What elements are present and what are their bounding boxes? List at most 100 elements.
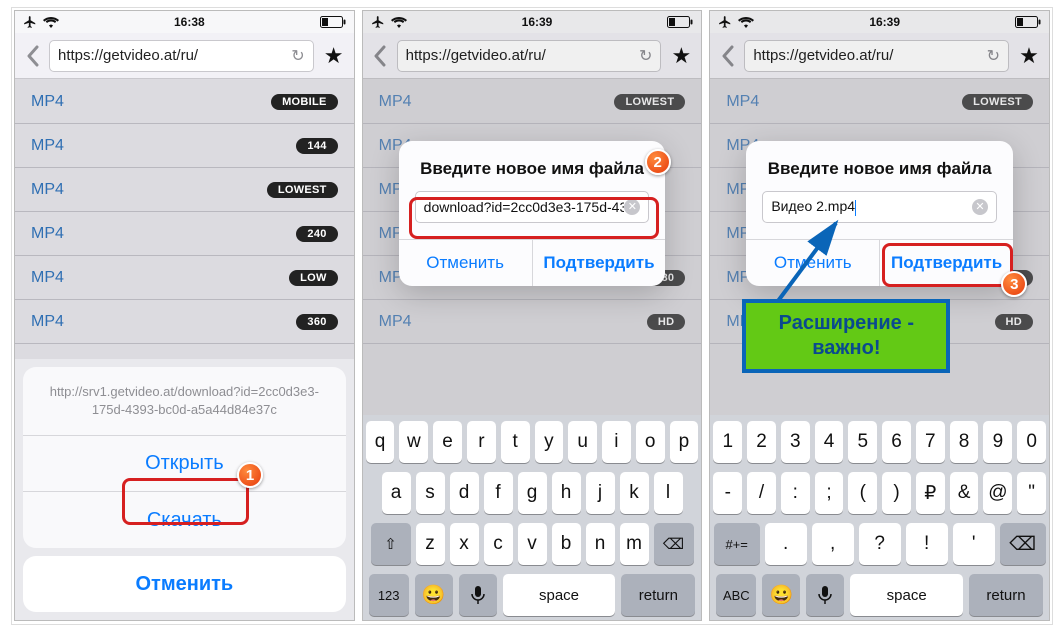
list-item[interactable]: MP4MOBILE (15, 80, 354, 124)
keyboard: qwertyuiop asdfghjkl ⇧ zxcvbnm ⌫ 123 😀 s… (363, 415, 702, 620)
key[interactable]: 5 (848, 421, 877, 463)
return-key[interactable]: return (621, 574, 695, 616)
space-key[interactable]: space (850, 574, 963, 616)
numbers-key[interactable]: 123 (369, 574, 409, 616)
list-item[interactable]: MP4LOW (15, 256, 354, 300)
backspace-key[interactable]: ⌫ (1000, 523, 1046, 565)
key[interactable]: / (747, 472, 776, 514)
key[interactable]: ! (906, 523, 948, 565)
keyboard: 1234567890 -/:;()₽&@" #+= .,?!' ⌫ ABC 😀 … (710, 415, 1049, 620)
key[interactable]: z (416, 523, 445, 565)
key[interactable]: ' (953, 523, 995, 565)
dialog-title: Введите новое имя файла (746, 141, 1013, 191)
key[interactable]: d (450, 472, 479, 514)
key[interactable]: 3 (781, 421, 810, 463)
key[interactable]: r (467, 421, 496, 463)
list-item[interactable]: MP4360 (15, 300, 354, 344)
favorite-icon[interactable]: ★ (320, 43, 348, 69)
key[interactable]: 0 (1017, 421, 1046, 463)
key[interactable]: 1 (713, 421, 742, 463)
rename-dialog: Введите новое имя файла Видео 2.mp4 ✕ От… (746, 141, 1013, 286)
key[interactable]: m (620, 523, 649, 565)
key[interactable]: ) (882, 472, 911, 514)
status-bar: 16:38 (15, 11, 354, 33)
emoji-key[interactable]: 😀 (762, 574, 800, 616)
key[interactable]: y (535, 421, 564, 463)
key[interactable]: k (620, 472, 649, 514)
symbols-key[interactable]: #+= (714, 523, 760, 565)
list-item[interactable]: MP4240 (15, 212, 354, 256)
key[interactable]: q (366, 421, 395, 463)
dialog-title: Введите новое имя файла (399, 141, 666, 191)
dialog-cancel-button[interactable]: Отменить (746, 240, 880, 286)
browser-navbar: https://getvideo.at/ru/ ↻ ★ (15, 33, 354, 79)
key[interactable]: f (484, 472, 513, 514)
filename-input[interactable]: download?id=2cc0d3e3-175d-43 ✕ (415, 191, 650, 223)
filename-input[interactable]: Видео 2.mp4 ✕ (762, 191, 997, 223)
key[interactable]: u (568, 421, 597, 463)
format-list: MP4MOBILE MP4144 MP4LOWEST MP4240 MP4LOW… (15, 79, 354, 344)
key[interactable]: 9 (983, 421, 1012, 463)
key[interactable]: l (654, 472, 683, 514)
battery-icon (320, 16, 346, 28)
key[interactable]: 8 (950, 421, 979, 463)
key[interactable]: j (586, 472, 615, 514)
url-field[interactable]: https://getvideo.at/ru/ ↻ (49, 40, 314, 72)
reload-icon[interactable]: ↻ (291, 46, 304, 66)
key[interactable]: ; (815, 472, 844, 514)
key[interactable]: . (765, 523, 807, 565)
dialog-confirm-button[interactable]: Подтвердить (880, 240, 1013, 286)
status-time: 16:38 (174, 15, 205, 29)
dialog-cancel-button[interactable]: Отменить (399, 240, 533, 286)
mic-key[interactable] (459, 574, 497, 616)
key[interactable]: n (586, 523, 615, 565)
backspace-key[interactable]: ⌫ (654, 523, 694, 565)
mic-key[interactable] (806, 574, 844, 616)
key[interactable]: - (713, 472, 742, 514)
key[interactable]: 7 (916, 421, 945, 463)
emoji-key[interactable]: 😀 (415, 574, 453, 616)
cancel-button[interactable]: Отменить (23, 556, 346, 612)
back-button[interactable] (21, 41, 43, 71)
key[interactable]: w (399, 421, 428, 463)
key[interactable]: o (636, 421, 665, 463)
clear-icon[interactable]: ✕ (972, 199, 988, 215)
key[interactable]: 6 (882, 421, 911, 463)
key[interactable]: ₽ (916, 472, 945, 514)
key[interactable]: s (416, 472, 445, 514)
return-key[interactable]: return (969, 574, 1043, 616)
key[interactable]: ? (859, 523, 901, 565)
clear-icon[interactable]: ✕ (624, 199, 640, 215)
key[interactable]: c (484, 523, 513, 565)
key[interactable]: p (670, 421, 699, 463)
shift-key[interactable]: ⇧ (371, 523, 411, 565)
key[interactable]: t (501, 421, 530, 463)
key[interactable]: h (552, 472, 581, 514)
abc-key[interactable]: ABC (716, 574, 756, 616)
key[interactable]: x (450, 523, 479, 565)
space-key[interactable]: space (503, 574, 616, 616)
key[interactable]: v (518, 523, 547, 565)
phone-screenshot-1: 16:38 https://getvideo.at/ru/ ↻ ★ MP4MOB… (14, 10, 355, 621)
annotation-callout: Расширение - важно! (742, 299, 950, 373)
key[interactable]: & (950, 472, 979, 514)
key[interactable]: 4 (815, 421, 844, 463)
key[interactable]: g (518, 472, 547, 514)
key[interactable]: i (602, 421, 631, 463)
rename-dialog: Введите новое имя файла download?id=2cc0… (399, 141, 666, 286)
download-button[interactable]: Скачать (23, 492, 346, 548)
key[interactable]: , (812, 523, 854, 565)
key[interactable]: @ (983, 472, 1012, 514)
list-item[interactable]: MP4LOWEST (15, 168, 354, 212)
dialog-confirm-button[interactable]: Подтвердить (533, 240, 666, 286)
key[interactable]: : (781, 472, 810, 514)
phone-screenshot-3: 16:39 https://getvideo.at/ru/ ↻ ★ MP4LOW… (709, 10, 1050, 621)
key[interactable]: 2 (747, 421, 776, 463)
list-item[interactable]: MP4144 (15, 124, 354, 168)
key[interactable]: b (552, 523, 581, 565)
key[interactable]: ( (848, 472, 877, 514)
open-button[interactable]: Открыть (23, 436, 346, 492)
key[interactable]: e (433, 421, 462, 463)
key[interactable]: a (382, 472, 411, 514)
key[interactable]: " (1017, 472, 1046, 514)
